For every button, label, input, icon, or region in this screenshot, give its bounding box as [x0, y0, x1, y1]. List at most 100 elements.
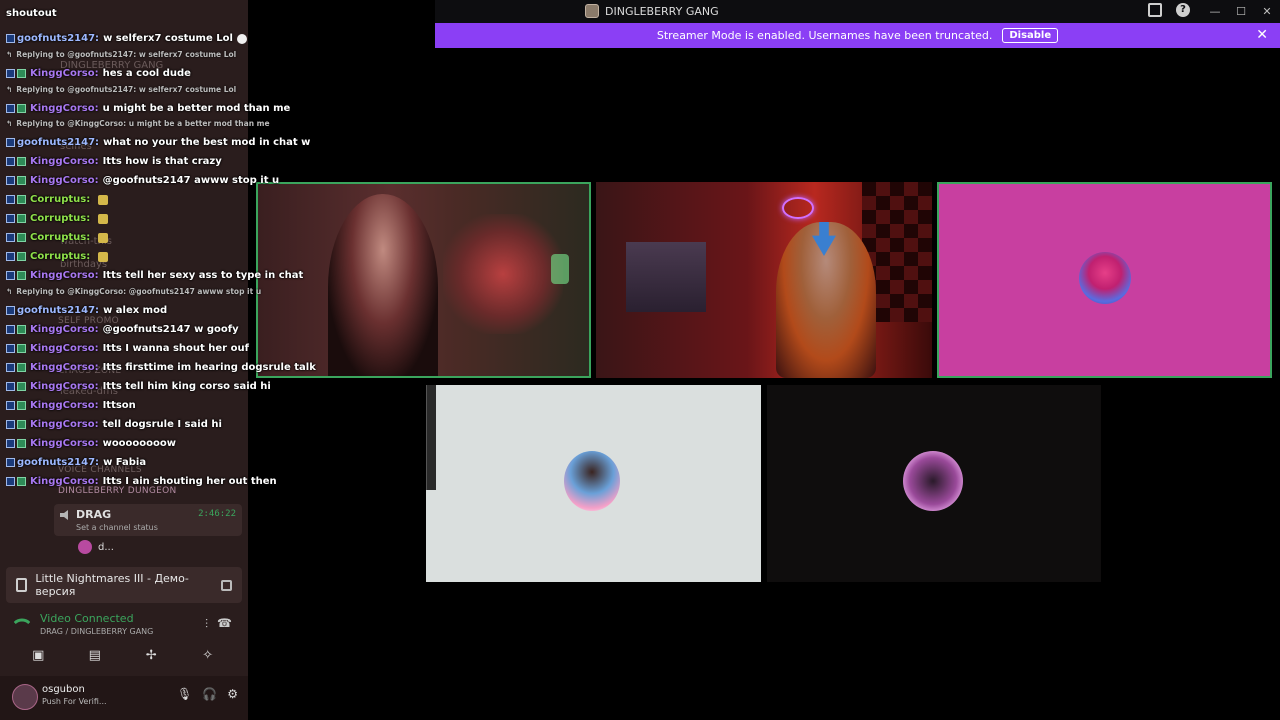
soundboard-icon[interactable]: ✧ [194, 645, 222, 665]
moderator-badge-icon[interactable] [6, 325, 15, 334]
subscriber-badge-icon[interactable] [17, 176, 26, 185]
chat-username[interactable]: KinggCorso: [30, 175, 99, 186]
video-tile-webcam-2[interactable] [596, 182, 932, 378]
subscriber-badge-icon[interactable] [17, 363, 26, 372]
chat-username[interactable]: KinggCorso: [30, 103, 99, 114]
chat-text: Itts tell her sexy ass to type in chat [102, 270, 304, 281]
subscriber-badge-icon[interactable] [17, 325, 26, 334]
moderator-badge-icon[interactable] [6, 214, 15, 223]
video-tile-avatar-2[interactable] [426, 385, 761, 582]
voice-status-title: Video Connected [40, 612, 134, 625]
disconnect-icon[interactable]: ☎ [217, 616, 232, 630]
moderator-badge-icon[interactable] [6, 157, 15, 166]
subscriber-badge-icon[interactable] [17, 401, 26, 410]
subscriber-badge-icon[interactable] [17, 439, 26, 448]
moderator-badge-icon[interactable] [6, 363, 15, 372]
moderator-badge-icon[interactable] [6, 458, 15, 467]
avatar[interactable] [12, 684, 38, 710]
chat-overlay: shoutout goofnuts2147: w selferx7 costume… [0, 0, 435, 495]
chat-reply-context[interactable]: ↰ Replying to @KinggCorso: u might be a b… [6, 119, 270, 128]
maximize-button[interactable]: ☐ [1228, 0, 1254, 23]
chat-username[interactable]: KinggCorso: [30, 419, 99, 430]
chat-username[interactable]: KinggCorso: [30, 362, 99, 373]
microphone-icon[interactable]: 🎙 [177, 687, 192, 701]
screen-share-icon[interactable]: ▤ [81, 645, 109, 665]
moderator-badge-icon[interactable] [6, 306, 15, 315]
subscriber-badge-icon[interactable] [17, 344, 26, 353]
moderator-badge-icon[interactable] [6, 69, 15, 78]
subscriber-badge-icon[interactable] [17, 157, 26, 166]
chat-username[interactable]: KinggCorso: [30, 324, 99, 335]
chat-username[interactable]: KinggCorso: [30, 156, 99, 167]
voice-channel-name: DRAG [76, 508, 112, 521]
subscriber-badge-icon[interactable] [17, 104, 26, 113]
voice-channel-drag[interactable]: DRAG Set a channel status 2:46:22 [54, 504, 242, 536]
moderator-badge-icon[interactable] [6, 401, 15, 410]
activity-screen-icon[interactable] [220, 579, 232, 591]
video-tile-avatar-3[interactable] [767, 385, 1101, 582]
chat-username[interactable]: goofnuts2147: [17, 33, 99, 44]
minimize-button[interactable]: — [1202, 0, 1228, 23]
chat-username[interactable]: KinggCorso: [30, 68, 99, 79]
moderator-badge-icon[interactable] [6, 195, 15, 204]
disable-streamer-mode-button[interactable]: Disable [1002, 28, 1059, 43]
activities-icon[interactable]: ✢ [137, 645, 165, 665]
subscriber-badge-icon[interactable] [17, 214, 26, 223]
chat-username[interactable]: KinggCorso: [30, 270, 99, 281]
avatar [564, 451, 620, 511]
subscriber-badge-icon[interactable] [17, 233, 26, 242]
chat-text: w Fabia [103, 457, 147, 468]
moderator-badge-icon[interactable] [6, 34, 15, 43]
chat-reply-context[interactable]: ↰ Replying to @goofnuts2147: w selferx7 c… [6, 50, 236, 59]
subscriber-badge-icon[interactable] [17, 477, 26, 486]
subscriber-badge-icon[interactable] [17, 69, 26, 78]
chat-username[interactable]: goofnuts2147: [17, 305, 99, 316]
moderator-badge-icon[interactable] [6, 233, 15, 242]
connection-signal-icon[interactable] [13, 613, 31, 631]
moderator-badge-icon[interactable] [6, 477, 15, 486]
inbox-icon[interactable] [1148, 3, 1162, 17]
voice-status-channel[interactable]: DRAG / DINGLEBERRY GANG [40, 627, 153, 636]
noise-suppression-icon[interactable]: ⫶ [205, 617, 208, 632]
chat-username[interactable]: Corruptus: [30, 213, 90, 224]
chat-username[interactable]: KinggCorso: [30, 438, 99, 449]
moderator-badge-icon[interactable] [6, 439, 15, 448]
chat-username[interactable]: goofnuts2147: [17, 457, 99, 468]
close-button[interactable]: ✕ [1254, 0, 1280, 23]
chat-username[interactable]: Corruptus: [30, 251, 90, 262]
activity-title: Little Nightmares III - Демо-версия [35, 572, 189, 598]
chat-reply-context[interactable]: ↰ Replying to @goofnuts2147: w selferx7 c… [6, 85, 236, 94]
moderator-badge-icon[interactable] [6, 104, 15, 113]
moderator-badge-icon[interactable] [6, 271, 15, 280]
chat-username[interactable]: KinggCorso: [30, 400, 99, 411]
chat-reply-context[interactable]: ↰ Replying to @KinggCorso: @goofnuts2147 … [6, 287, 261, 296]
subscriber-badge-icon[interactable] [17, 420, 26, 429]
moderator-badge-icon[interactable] [6, 252, 15, 261]
chat-username[interactable]: KinggCorso: [30, 343, 99, 354]
chat-username[interactable]: KinggCorso: [30, 476, 99, 487]
moderator-badge-icon[interactable] [6, 344, 15, 353]
chat-username[interactable]: KinggCorso: [30, 381, 99, 392]
chat-message: Corruptus: [6, 251, 109, 262]
subscriber-badge-icon[interactable] [17, 382, 26, 391]
chat-username[interactable]: Corruptus: [30, 194, 90, 205]
moderator-badge-icon[interactable] [6, 420, 15, 429]
chat-username[interactable]: Corruptus: [30, 232, 90, 243]
subscriber-badge-icon[interactable] [17, 252, 26, 261]
channel-status-prompt[interactable]: Set a channel status [76, 523, 158, 532]
video-tile-avatar-1[interactable] [937, 182, 1272, 378]
username[interactable]: osgubon [42, 684, 85, 695]
voice-member[interactable]: d... [78, 540, 114, 554]
subscriber-badge-icon[interactable] [17, 195, 26, 204]
moderator-badge-icon[interactable] [6, 138, 15, 147]
moderator-badge-icon[interactable] [6, 382, 15, 391]
subscriber-badge-icon[interactable] [17, 271, 26, 280]
moderator-badge-icon[interactable] [6, 176, 15, 185]
chat-username[interactable]: goofnuts2147: [17, 137, 99, 148]
headphones-icon[interactable]: 🎧 [202, 687, 217, 701]
gear-icon[interactable]: ⚙ [227, 687, 238, 701]
camera-off-icon[interactable]: ▣ [24, 645, 52, 665]
activity-panel[interactable]: Little Nightmares III - Демо-версия [6, 567, 242, 603]
help-icon[interactable]: ? [1176, 3, 1190, 17]
banner-close-icon[interactable]: ✕ [1256, 27, 1268, 43]
